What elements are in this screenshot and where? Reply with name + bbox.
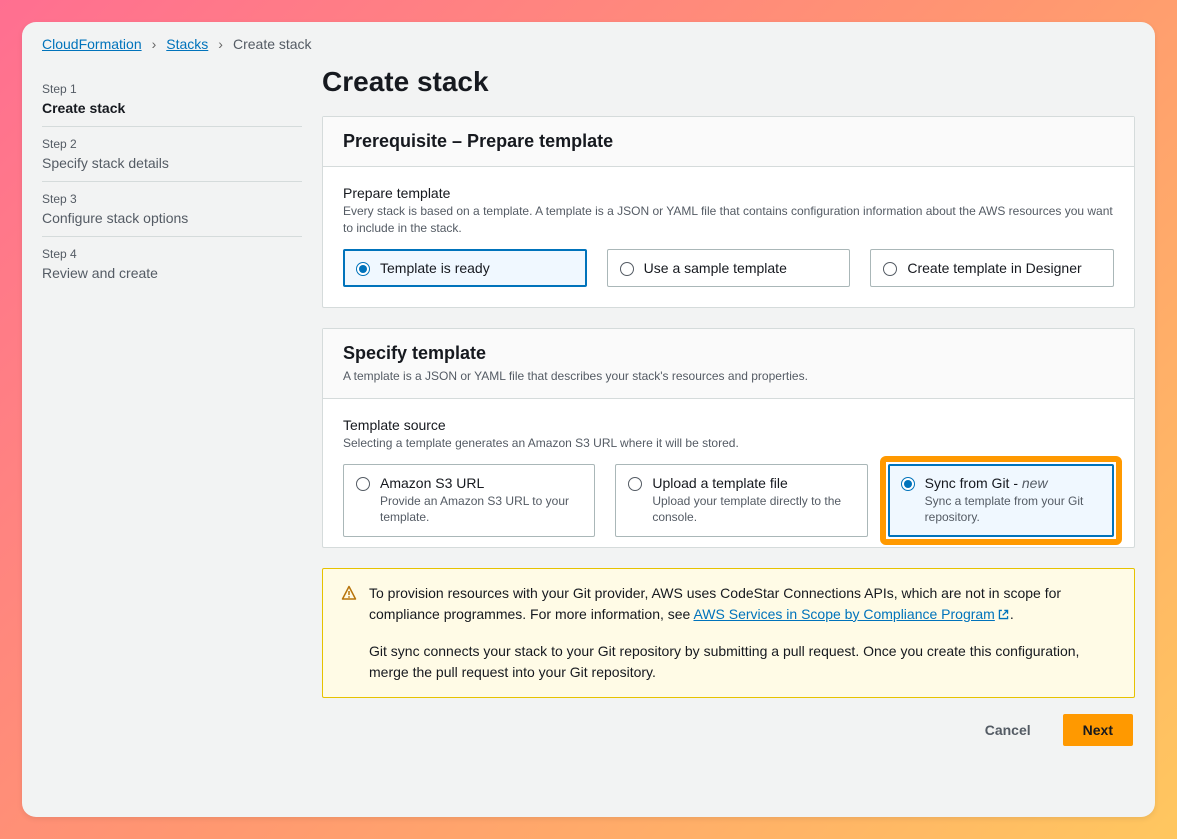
option-sync-from-git[interactable]: Sync from Git - new Sync a template from… bbox=[888, 464, 1114, 536]
template-source-label: Template source bbox=[343, 417, 1114, 433]
alert-text-1b: . bbox=[1010, 606, 1014, 622]
breadcrumb-current: Create stack bbox=[233, 36, 312, 52]
radio-icon bbox=[628, 477, 642, 491]
option-description: Sync a template from your Git repository… bbox=[925, 493, 1101, 525]
main-content: Create stack Prerequisite – Prepare temp… bbox=[302, 58, 1135, 746]
option-upload-template-file[interactable]: Upload a template file Upload your templ… bbox=[615, 464, 867, 536]
external-link-icon bbox=[997, 606, 1010, 627]
option-description: Upload your template directly to the con… bbox=[652, 493, 854, 525]
step-name: Review and create bbox=[42, 265, 302, 281]
option-label: Sync from Git - new bbox=[925, 475, 1101, 491]
prerequisite-panel: Prerequisite – Prepare template Prepare … bbox=[322, 116, 1135, 308]
panel-title-prerequisite: Prerequisite – Prepare template bbox=[343, 131, 1114, 152]
wizard-step-2[interactable]: Step 2 Specify stack details bbox=[42, 127, 302, 182]
radio-icon bbox=[356, 477, 370, 491]
specify-template-panel: Specify template A template is a JSON or… bbox=[322, 328, 1135, 548]
step-name: Configure stack options bbox=[42, 210, 302, 226]
option-amazon-s3-url[interactable]: Amazon S3 URL Provide an Amazon S3 URL t… bbox=[343, 464, 595, 536]
breadcrumb-link-cloudformation[interactable]: CloudFormation bbox=[42, 36, 142, 52]
alert-text-2: Git sync connects your stack to your Git… bbox=[369, 641, 1116, 683]
alert-body: To provision resources with your Git pro… bbox=[369, 583, 1116, 683]
next-button[interactable]: Next bbox=[1063, 714, 1133, 746]
breadcrumb: CloudFormation › Stacks › Create stack bbox=[22, 22, 1155, 58]
radio-icon bbox=[620, 262, 634, 276]
compliance-link-text: AWS Services in Scope by Compliance Prog… bbox=[693, 606, 994, 622]
step-number: Step 1 bbox=[42, 82, 302, 96]
app-window: CloudFormation › Stacks › Create stack S… bbox=[22, 22, 1155, 817]
wizard-step-4[interactable]: Step 4 Review and create bbox=[42, 237, 302, 291]
panel-title-specify: Specify template bbox=[343, 343, 1114, 364]
option-label: Create template in Designer bbox=[907, 260, 1081, 276]
prepare-template-label: Prepare template bbox=[343, 185, 1114, 201]
wizard-steps: Step 1 Create stack Step 2 Specify stack… bbox=[42, 58, 302, 746]
option-use-sample-template[interactable]: Use a sample template bbox=[607, 249, 851, 287]
chevron-right-icon: › bbox=[152, 36, 157, 52]
option-label: Template is ready bbox=[380, 260, 490, 276]
wizard-step-1[interactable]: Step 1 Create stack bbox=[42, 72, 302, 127]
button-row: Cancel Next bbox=[322, 714, 1135, 746]
warning-triangle-icon bbox=[341, 585, 357, 683]
step-number: Step 4 bbox=[42, 247, 302, 261]
step-name: Create stack bbox=[42, 100, 302, 116]
template-source-description: Selecting a template generates an Amazon… bbox=[343, 435, 1114, 452]
option-label: Amazon S3 URL bbox=[380, 475, 582, 491]
radio-icon bbox=[883, 262, 897, 276]
panel-subtitle-specify: A template is a JSON or YAML file that d… bbox=[343, 368, 1114, 385]
page-title: Create stack bbox=[322, 66, 1135, 98]
radio-icon bbox=[356, 262, 370, 276]
option-description: Provide an Amazon S3 URL to your templat… bbox=[380, 493, 582, 525]
compliance-link[interactable]: AWS Services in Scope by Compliance Prog… bbox=[693, 606, 1009, 622]
option-label-text: Sync from Git - bbox=[925, 475, 1022, 491]
prepare-template-description: Every stack is based on a template. A te… bbox=[343, 203, 1114, 237]
option-label: Upload a template file bbox=[652, 475, 854, 491]
radio-icon bbox=[901, 477, 915, 491]
option-template-is-ready[interactable]: Template is ready bbox=[343, 249, 587, 287]
step-number: Step 2 bbox=[42, 137, 302, 151]
step-name: Specify stack details bbox=[42, 155, 302, 171]
step-number: Step 3 bbox=[42, 192, 302, 206]
cancel-button[interactable]: Cancel bbox=[965, 714, 1051, 746]
breadcrumb-link-stacks[interactable]: Stacks bbox=[166, 36, 208, 52]
wizard-step-3[interactable]: Step 3 Configure stack options bbox=[42, 182, 302, 237]
chevron-right-icon: › bbox=[218, 36, 223, 52]
option-label: Use a sample template bbox=[644, 260, 787, 276]
new-tag: new bbox=[1022, 475, 1048, 491]
git-compliance-warning: To provision resources with your Git pro… bbox=[322, 568, 1135, 698]
option-create-in-designer[interactable]: Create template in Designer bbox=[870, 249, 1114, 287]
sync-from-git-highlight: Sync from Git - new Sync a template from… bbox=[880, 456, 1122, 544]
